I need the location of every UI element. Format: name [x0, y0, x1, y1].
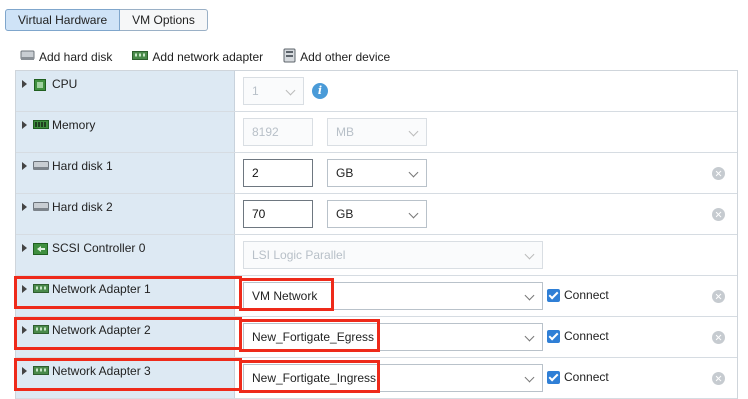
scsi-type-select[interactable]: LSI Logic Parallel: [243, 241, 543, 269]
network-adapter-icon: [33, 283, 49, 297]
row-memory: Memory 8192 MB: [16, 112, 737, 153]
expand-arrow-icon[interactable]: [22, 285, 27, 293]
network-adapter-3-label: Network Adapter 3: [52, 364, 151, 378]
scsi-controller-icon: [33, 242, 48, 259]
add-network-adapter-button[interactable]: Add network adapter: [132, 50, 263, 64]
expand-arrow-icon[interactable]: [22, 326, 27, 334]
connect-checkbox[interactable]: [547, 329, 560, 343]
remove-network-adapter-2-icon[interactable]: [712, 331, 725, 344]
hard-disk-icon: [33, 201, 49, 216]
connect-label: Connect: [564, 288, 609, 302]
add-hard-disk-label: Add hard disk: [39, 50, 113, 64]
tab-bar: Virtual Hardware VM Options: [5, 9, 208, 31]
other-device-icon: [283, 48, 296, 66]
tab-vm-options[interactable]: VM Options: [120, 9, 208, 31]
hard-disk-2-size-input[interactable]: 70: [243, 200, 313, 228]
scsi-label-cell: SCSI Controller 0: [16, 235, 235, 275]
connect-label: Connect: [564, 329, 609, 343]
hard-disk-2-unit-select[interactable]: GB: [327, 200, 427, 228]
chevron-down-icon: [408, 126, 419, 137]
expand-arrow-icon[interactable]: [22, 80, 27, 88]
network-adapter-2-value: New_Fortigate_Egress: [252, 330, 375, 344]
expand-arrow-icon[interactable]: [22, 367, 27, 375]
device-toolbar: Add hard disk Add network adapter Add ot…: [20, 48, 410, 66]
scsi-label: SCSI Controller 0: [52, 241, 146, 255]
remove-network-adapter-1-icon[interactable]: [712, 290, 725, 303]
hard-disk-1-size-value: 2: [252, 166, 259, 180]
chevron-down-icon: [285, 85, 296, 96]
network-adapter-3-label-cell: Network Adapter 3: [16, 358, 235, 398]
cpu-count-value: 1: [252, 84, 259, 98]
network-adapter-2-label: Network Adapter 2: [52, 323, 151, 337]
hard-disk-1-unit-value: GB: [336, 166, 354, 180]
expand-arrow-icon[interactable]: [22, 244, 27, 252]
cpu-count-select[interactable]: 1: [243, 77, 304, 105]
row-network-adapter-1: Network Adapter 1 VM Network Connect: [16, 276, 737, 317]
remove-network-adapter-3-icon[interactable]: [712, 372, 725, 385]
remove-hard-disk-2-icon[interactable]: [712, 208, 725, 221]
row-cpu: CPU 1 i: [16, 71, 737, 112]
memory-icon: [33, 119, 49, 134]
network-adapter-2-label-cell: Network Adapter 2: [16, 317, 235, 357]
hard-disk-1-label: Hard disk 1: [52, 159, 113, 173]
expand-arrow-icon[interactable]: [22, 203, 27, 211]
memory-unit-select[interactable]: MB: [327, 118, 427, 146]
row-hard-disk-1: Hard disk 1 2 GB: [16, 153, 737, 194]
chevron-down-icon: [408, 208, 419, 219]
cpu-label: CPU: [52, 77, 78, 91]
network-adapter-1-connect[interactable]: Connect: [547, 288, 609, 302]
connect-label: Connect: [564, 370, 609, 384]
network-adapter-3-select[interactable]: New_Fortigate_Ingress: [243, 364, 543, 392]
network-adapter-3-value: New_Fortigate_Ingress: [252, 371, 377, 385]
network-adapter-icon: [33, 324, 49, 338]
memory-label-cell: Memory: [16, 112, 235, 152]
chevron-down-icon: [524, 249, 535, 260]
network-adapter-1-select[interactable]: VM Network: [243, 282, 543, 310]
row-hard-disk-2: Hard disk 2 70 GB: [16, 194, 737, 235]
network-adapter-2-connect[interactable]: Connect: [547, 329, 609, 343]
hard-disk-2-unit-value: GB: [336, 207, 354, 221]
connect-checkbox[interactable]: [547, 288, 560, 302]
cpu-label-cell: CPU: [16, 71, 235, 111]
network-adapter-3-connect[interactable]: Connect: [547, 370, 609, 384]
memory-size-input[interactable]: 8192: [243, 118, 313, 146]
add-network-adapter-label: Add network adapter: [152, 50, 264, 64]
hard-disk-1-label-cell: Hard disk 1: [16, 153, 235, 193]
network-adapter-2-select[interactable]: New_Fortigate_Egress: [243, 323, 543, 351]
info-icon[interactable]: i: [312, 83, 328, 99]
hard-disk-icon: [33, 160, 49, 175]
chevron-down-icon: [524, 372, 535, 383]
remove-hard-disk-1-icon[interactable]: [712, 167, 725, 180]
row-network-adapter-2: Network Adapter 2 New_Fortigate_Egress C…: [16, 317, 737, 358]
memory-label: Memory: [52, 118, 96, 132]
network-adapter-icon: [132, 50, 149, 64]
expand-arrow-icon[interactable]: [22, 162, 27, 170]
tab-virtual-hardware[interactable]: Virtual Hardware: [5, 9, 121, 31]
hard-disk-2-size-value: 70: [252, 207, 266, 221]
network-adapter-1-label: Network Adapter 1: [52, 282, 151, 296]
connect-checkbox[interactable]: [547, 370, 560, 384]
add-other-device-label: Add other device: [300, 50, 391, 64]
hard-disk-1-size-input[interactable]: 2: [243, 159, 313, 187]
hard-disk-icon: [20, 49, 35, 65]
add-hard-disk-button[interactable]: Add hard disk: [20, 49, 112, 65]
cpu-icon: [33, 78, 47, 95]
network-adapter-1-value: VM Network: [252, 289, 318, 303]
row-scsi-controller: SCSI Controller 0 LSI Logic Parallel: [16, 235, 737, 276]
scsi-type-value: LSI Logic Parallel: [252, 248, 346, 262]
row-network-adapter-3: Network Adapter 3 New_Fortigate_Ingress …: [16, 358, 737, 399]
network-adapter-1-label-cell: Network Adapter 1: [16, 276, 235, 316]
network-adapter-icon: [33, 365, 49, 379]
hard-disk-2-label: Hard disk 2: [52, 200, 113, 214]
hard-disk-1-unit-select[interactable]: GB: [327, 159, 427, 187]
expand-arrow-icon[interactable]: [22, 121, 27, 129]
chevron-down-icon: [524, 290, 535, 301]
memory-unit-value: MB: [336, 125, 354, 139]
hardware-grid: CPU 1 i Memory 8192 MB Hard disk 1 2 GB …: [15, 70, 738, 399]
add-other-device-button[interactable]: Add other device: [283, 48, 390, 66]
memory-size-value: 8192: [252, 125, 279, 139]
chevron-down-icon: [408, 167, 419, 178]
chevron-down-icon: [524, 331, 535, 342]
hard-disk-2-label-cell: Hard disk 2: [16, 194, 235, 234]
